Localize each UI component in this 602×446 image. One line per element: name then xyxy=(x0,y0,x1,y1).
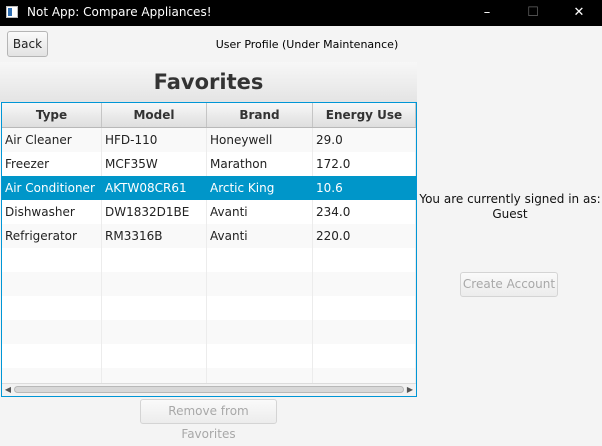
empty-row xyxy=(2,296,416,320)
column-header-brand[interactable]: Brand xyxy=(207,103,313,127)
cell-type: Freezer xyxy=(2,152,102,176)
table-row[interactable]: Refrigerator RM3316B Avanti 220.0 xyxy=(2,224,416,248)
column-header-model[interactable]: Model xyxy=(102,103,207,127)
table-row-selected[interactable]: Air Conditioner AKTW08CR61 Arctic King 1… xyxy=(2,176,416,200)
cell-model: HFD-110 xyxy=(102,128,207,152)
cell-type: Dishwasher xyxy=(2,200,102,224)
favorites-title: Favorites xyxy=(153,70,264,94)
cell-brand: Marathon xyxy=(207,152,313,176)
column-header-energy-use[interactable]: Energy Use xyxy=(313,103,416,127)
cell-brand: Honeywell xyxy=(207,128,313,152)
app-icon xyxy=(6,6,18,18)
scroll-left-icon[interactable]: ◀ xyxy=(3,385,13,395)
cell-energy: 10.6 xyxy=(313,176,416,200)
page-title: User Profile (Under Maintenance) xyxy=(215,38,399,51)
cell-energy: 220.0 xyxy=(313,224,416,248)
table-row[interactable]: Dishwasher DW1832D1BE Avanti 234.0 xyxy=(2,200,416,224)
maximize-icon[interactable]: ☐ xyxy=(510,0,556,26)
empty-row xyxy=(2,248,416,272)
empty-row xyxy=(2,344,416,368)
window-title: Not App: Compare Appliances! xyxy=(27,5,212,19)
cell-model: DW1832D1BE xyxy=(102,200,207,224)
table-row[interactable]: Air Cleaner HFD-110 Honeywell 29.0 xyxy=(2,128,416,152)
horizontal-scrollbar[interactable]: ◀ ▶ xyxy=(2,383,416,396)
cell-brand: Avanti xyxy=(207,200,313,224)
scroll-right-icon[interactable]: ▶ xyxy=(405,385,415,395)
remove-from-favorites-button[interactable]: Remove from Favorites xyxy=(140,399,277,441)
table-body: Air Cleaner HFD-110 Honeywell 29.0 Freez… xyxy=(2,128,416,392)
cell-model: AKTW08CR61 xyxy=(102,176,207,200)
signed-in-username: Guest xyxy=(492,207,528,221)
top-bar: Back User Profile (Under Maintenance) xyxy=(0,26,602,62)
cell-energy: 234.0 xyxy=(313,200,416,224)
empty-row xyxy=(2,272,416,296)
cell-model: MCF35W xyxy=(102,152,207,176)
favorites-table[interactable]: Type Model Brand Energy Use Air Cleaner … xyxy=(1,102,417,397)
cell-energy: 172.0 xyxy=(313,152,416,176)
cell-brand: Arctic King xyxy=(207,176,313,200)
cell-type: Air Conditioner xyxy=(2,176,102,200)
column-header-type[interactable]: Type xyxy=(2,103,102,127)
cell-brand: Avanti xyxy=(207,224,313,248)
close-icon[interactable]: ✕ xyxy=(556,0,602,26)
cell-type: Refrigerator xyxy=(2,224,102,248)
create-account-button[interactable]: Create Account xyxy=(460,272,558,297)
scrollbar-thumb[interactable] xyxy=(14,386,404,393)
cell-energy: 29.0 xyxy=(313,128,416,152)
title-bar: Not App: Compare Appliances! – ☐ ✕ xyxy=(0,0,602,26)
empty-row xyxy=(2,320,416,344)
cell-type: Air Cleaner xyxy=(2,128,102,152)
signed-in-status: You are currently signed in as: Guest xyxy=(418,192,602,222)
minimize-icon[interactable]: – xyxy=(464,0,510,26)
table-row[interactable]: Freezer MCF35W Marathon 172.0 xyxy=(2,152,416,176)
signed-in-label: You are currently signed in as: xyxy=(419,192,601,206)
table-header: Type Model Brand Energy Use xyxy=(2,103,416,128)
cell-model: RM3316B xyxy=(102,224,207,248)
